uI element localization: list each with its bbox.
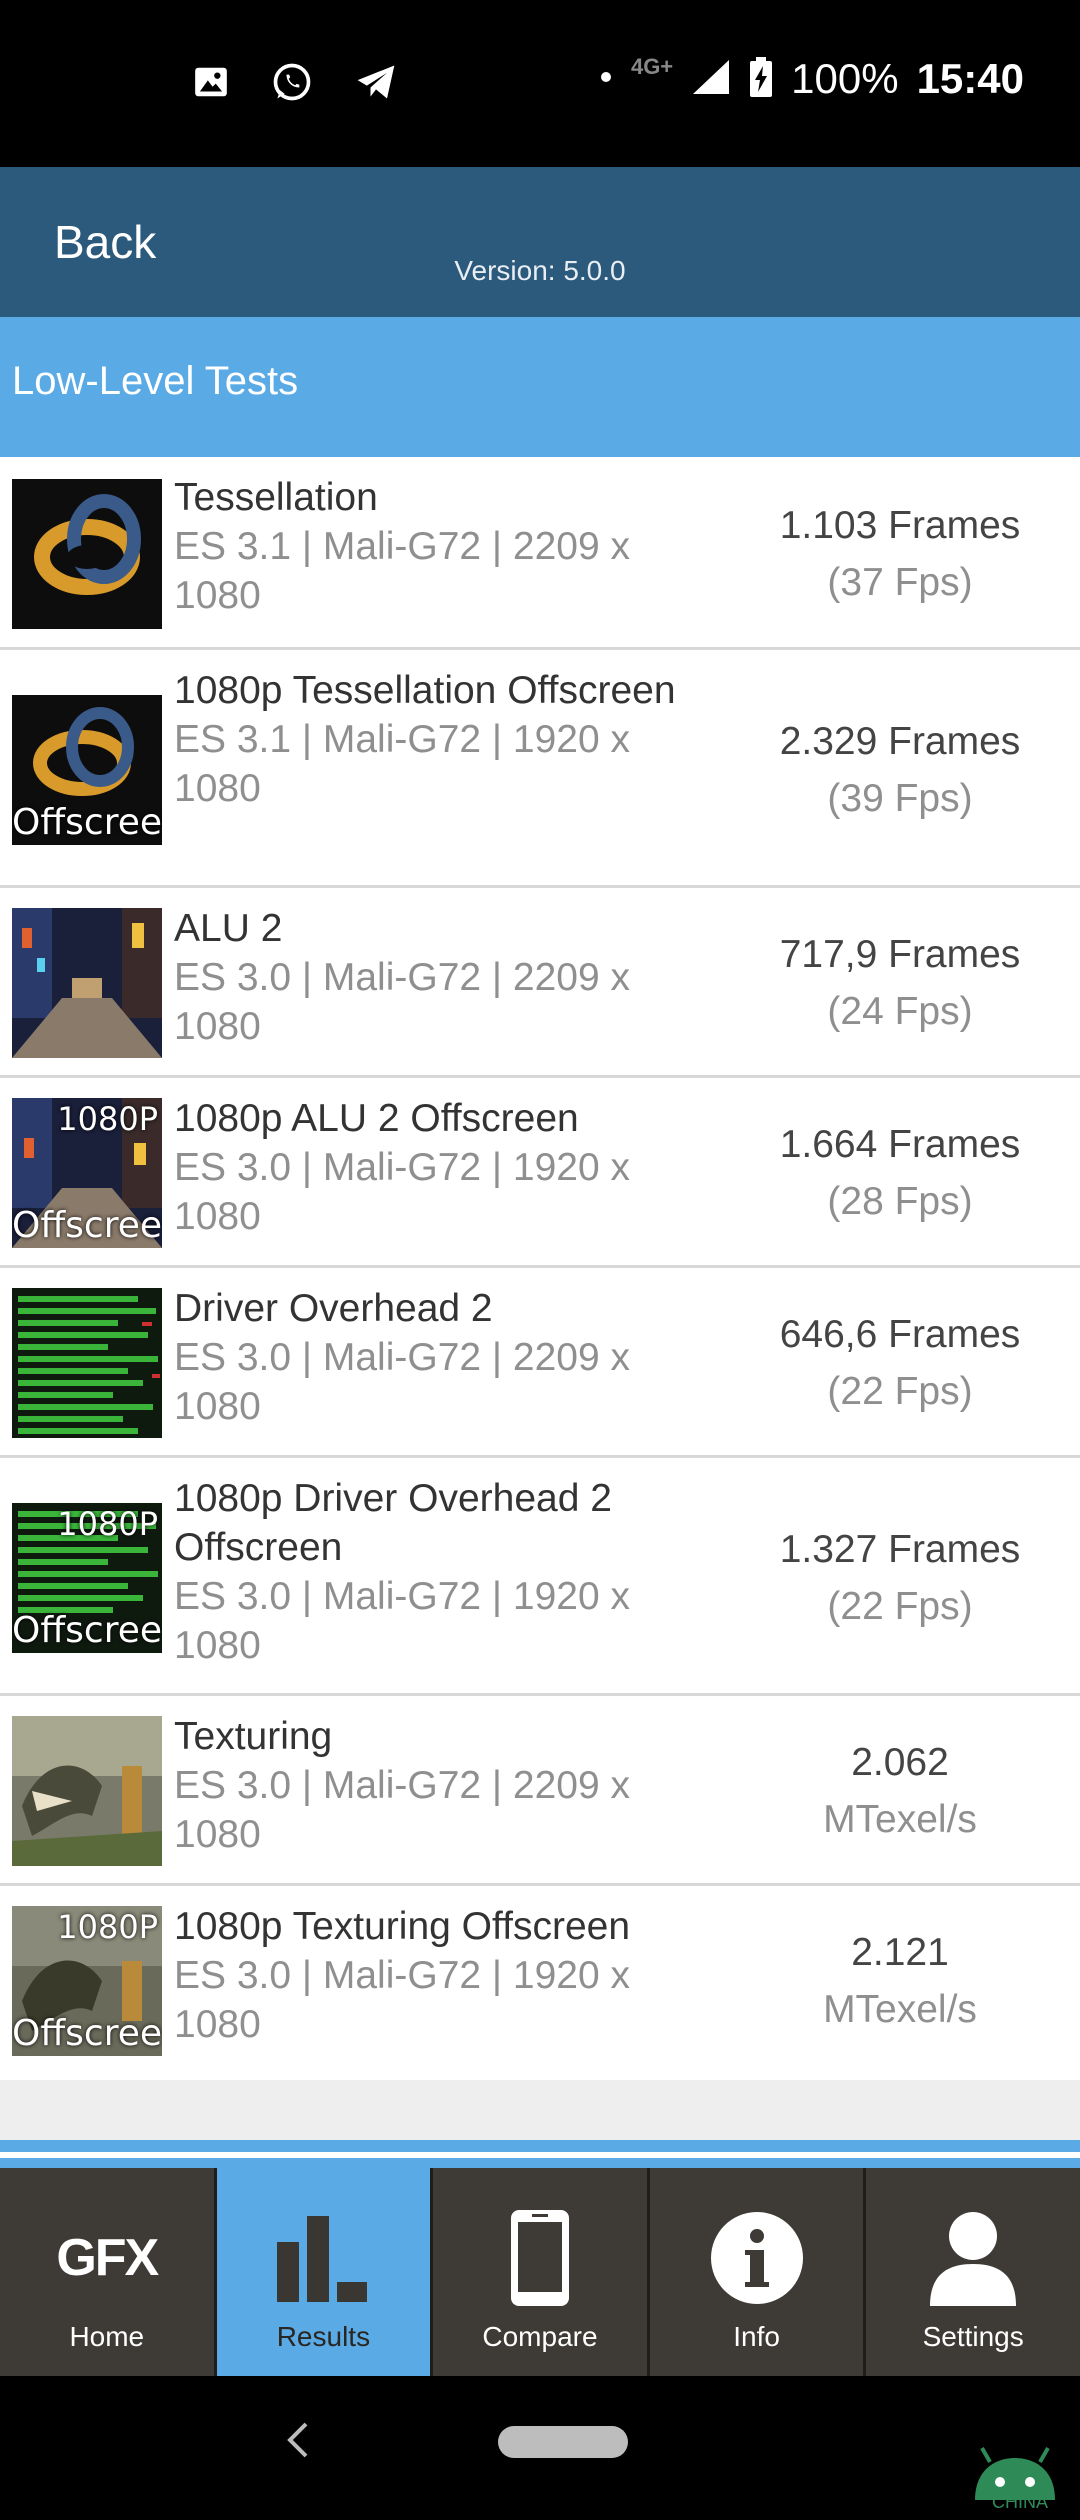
info-icon (650, 2208, 864, 2308)
battery-level: 100% (791, 55, 899, 102)
section-header: Low-Level Tests (0, 317, 1080, 457)
phone-icon (433, 2208, 647, 2308)
test-score: 2.329 Frames (779, 720, 1021, 763)
section-title: Low-Level Tests (12, 359, 299, 403)
test-score-sub: (39 Fps) (827, 777, 973, 820)
dot-icon (599, 70, 613, 89)
version-label: Version: 5.0.0 (454, 255, 626, 286)
test-score-sub: MTexel/s (823, 1798, 977, 1841)
nav-divider (0, 2158, 1080, 2168)
resolution-tag: 1080P (57, 1100, 158, 1138)
test-score-sub: (28 Fps) (827, 1180, 973, 1223)
list-footer-gap (0, 2080, 1080, 2144)
test-detail: ES 3.0 | Mali-G72 | 2209 x 1080 (174, 1336, 630, 1428)
image-icon (192, 63, 230, 106)
system-navigation-bar (0, 2376, 1080, 2520)
gfx-logo-text: GFX (56, 2229, 159, 2287)
nav-settings[interactable]: Settings (866, 2168, 1080, 2376)
test-score: 646,6 Frames (779, 1313, 1021, 1356)
test-name: Tessellation (174, 476, 378, 519)
system-back-icon[interactable] (286, 2420, 310, 2465)
nav-home[interactable]: GFX Home (0, 2168, 217, 2376)
nav-info[interactable]: Info (650, 2168, 867, 2376)
list-item[interactable]: 1080P Offscreen 1080p ALU 2 Offscreen ES… (0, 1078, 1080, 1268)
tessellation-thumbnail (12, 479, 162, 629)
test-score-sub: (37 Fps) (827, 561, 973, 604)
user-icon (866, 2208, 1080, 2308)
bar-chart-icon (217, 2208, 431, 2308)
test-detail: ES 3.0 | Mali-G72 | 1920 x 1080 (174, 1575, 630, 1667)
resolution-tag: 1080P (57, 1908, 158, 1946)
list-item[interactable]: 1080P Offscreen 1080p Texturing Offscree… (0, 1886, 1080, 2076)
test-name: 1080p Tessellation Offscreen (174, 669, 676, 712)
notification-icons (192, 60, 398, 109)
offscreen-label: Offscreen (12, 802, 162, 843)
system-status: 4G+ 100% 15:40 (599, 54, 1024, 103)
system-home-pill[interactable] (498, 2426, 628, 2458)
watermark-text: CHINA (992, 2492, 1049, 2512)
offscreen-label: Offscreen (12, 1610, 162, 1651)
nav-label: Settings (922, 2321, 1024, 2352)
test-name: 1080p ALU 2 Offscreen (174, 1097, 579, 1140)
list-item[interactable]: 1080P Offscreen 1080p Driver Overhead 2 … (0, 1458, 1080, 1696)
nav-results[interactable]: Results (216, 2168, 434, 2376)
test-detail: ES 3.0 | Mali-G72 | 2209 x 1080 (174, 1764, 630, 1856)
test-score: 1.327 Frames (779, 1528, 1021, 1571)
list-item[interactable]: Driver Overhead 2 ES 3.0 | Mali-G72 | 22… (0, 1268, 1080, 1458)
test-name: 1080p Driver Overhead 2 Offscreen (174, 1477, 612, 1569)
list-item[interactable]: Texturing ES 3.0 | Mali-G72 | 2209 x 108… (0, 1696, 1080, 1886)
driver-overhead-thumbnail (12, 1288, 162, 1438)
signal-icon (691, 58, 731, 101)
driver-overhead-offscreen-thumbnail: 1080P Offscreen (12, 1503, 162, 1653)
telegram-icon (354, 60, 398, 109)
alu2-thumbnail (12, 908, 162, 1058)
list-item[interactable]: Offscreen 1080p Tessellation Offscreen E… (0, 650, 1080, 888)
nav-compare[interactable]: Compare (433, 2168, 650, 2376)
test-name: Texturing (174, 1715, 333, 1758)
test-score-sub: (22 Fps) (827, 1585, 973, 1628)
test-score: 1.103 Frames (779, 504, 1021, 547)
test-name: Driver Overhead 2 (174, 1287, 493, 1330)
test-detail: ES 3.0 | Mali-G72 | 1920 x 1080 (174, 1146, 630, 1238)
clock: 15:40 (916, 55, 1024, 102)
nav-label: Compare (482, 2321, 598, 2352)
test-score: 717,9 Frames (779, 933, 1021, 976)
resolution-tag: 1080P (57, 1505, 158, 1543)
nav-divider (0, 2140, 1080, 2152)
texturing-offscreen-thumbnail: 1080P Offscreen (12, 1906, 162, 2056)
test-name: ALU 2 (174, 907, 283, 950)
test-detail: ES 3.0 | Mali-G72 | 1920 x 1080 (174, 1954, 630, 2046)
nav-label: Results (276, 2321, 371, 2352)
test-score-sub: MTexel/s (823, 1988, 977, 2031)
gfx-logo-icon: GFX (0, 2208, 214, 2308)
list-item[interactable]: ALU 2 ES 3.0 | Mali-G72 | 2209 x 1080 71… (0, 888, 1080, 1078)
list-item[interactable]: Tessellation ES 3.1 | Mali-G72 | 2209 x … (0, 457, 1080, 650)
test-score: 1.664 Frames (779, 1123, 1021, 1166)
test-detail: ES 3.1 | Mali-G72 | 1920 x 1080 (174, 718, 630, 810)
texturing-thumbnail (12, 1716, 162, 1866)
test-detail: ES 3.1 | Mali-G72 | 2209 x 1080 (174, 525, 630, 617)
test-score-sub: (22 Fps) (827, 1370, 973, 1413)
battery-charging-icon (749, 56, 773, 102)
nav-label: Home (69, 2321, 145, 2352)
test-score-sub: (24 Fps) (827, 990, 973, 1033)
test-score: 2.062 (851, 1741, 949, 1784)
nav-label: Info (733, 2321, 780, 2352)
network-type: 4G+ (630, 54, 674, 79)
test-name: 1080p Texturing Offscreen (174, 1905, 631, 1948)
bottom-navigation: GFX Home Results Compare Info Settings (0, 2168, 1080, 2376)
tessellation-offscreen-thumbnail: Offscreen (12, 695, 162, 845)
status-bar: 4G+ 100% 15:40 (0, 0, 1080, 167)
app-header: Back Version: 5.0.0 (0, 167, 1080, 317)
whatsapp-icon (270, 60, 314, 109)
test-detail: ES 3.0 | Mali-G72 | 2209 x 1080 (174, 956, 630, 1048)
alu2-offscreen-thumbnail: 1080P Offscreen (12, 1098, 162, 1248)
offscreen-label: Offscreen (12, 1205, 162, 1246)
test-score: 2.121 (851, 1931, 949, 1974)
offscreen-label: Offscreen (12, 2013, 162, 2054)
